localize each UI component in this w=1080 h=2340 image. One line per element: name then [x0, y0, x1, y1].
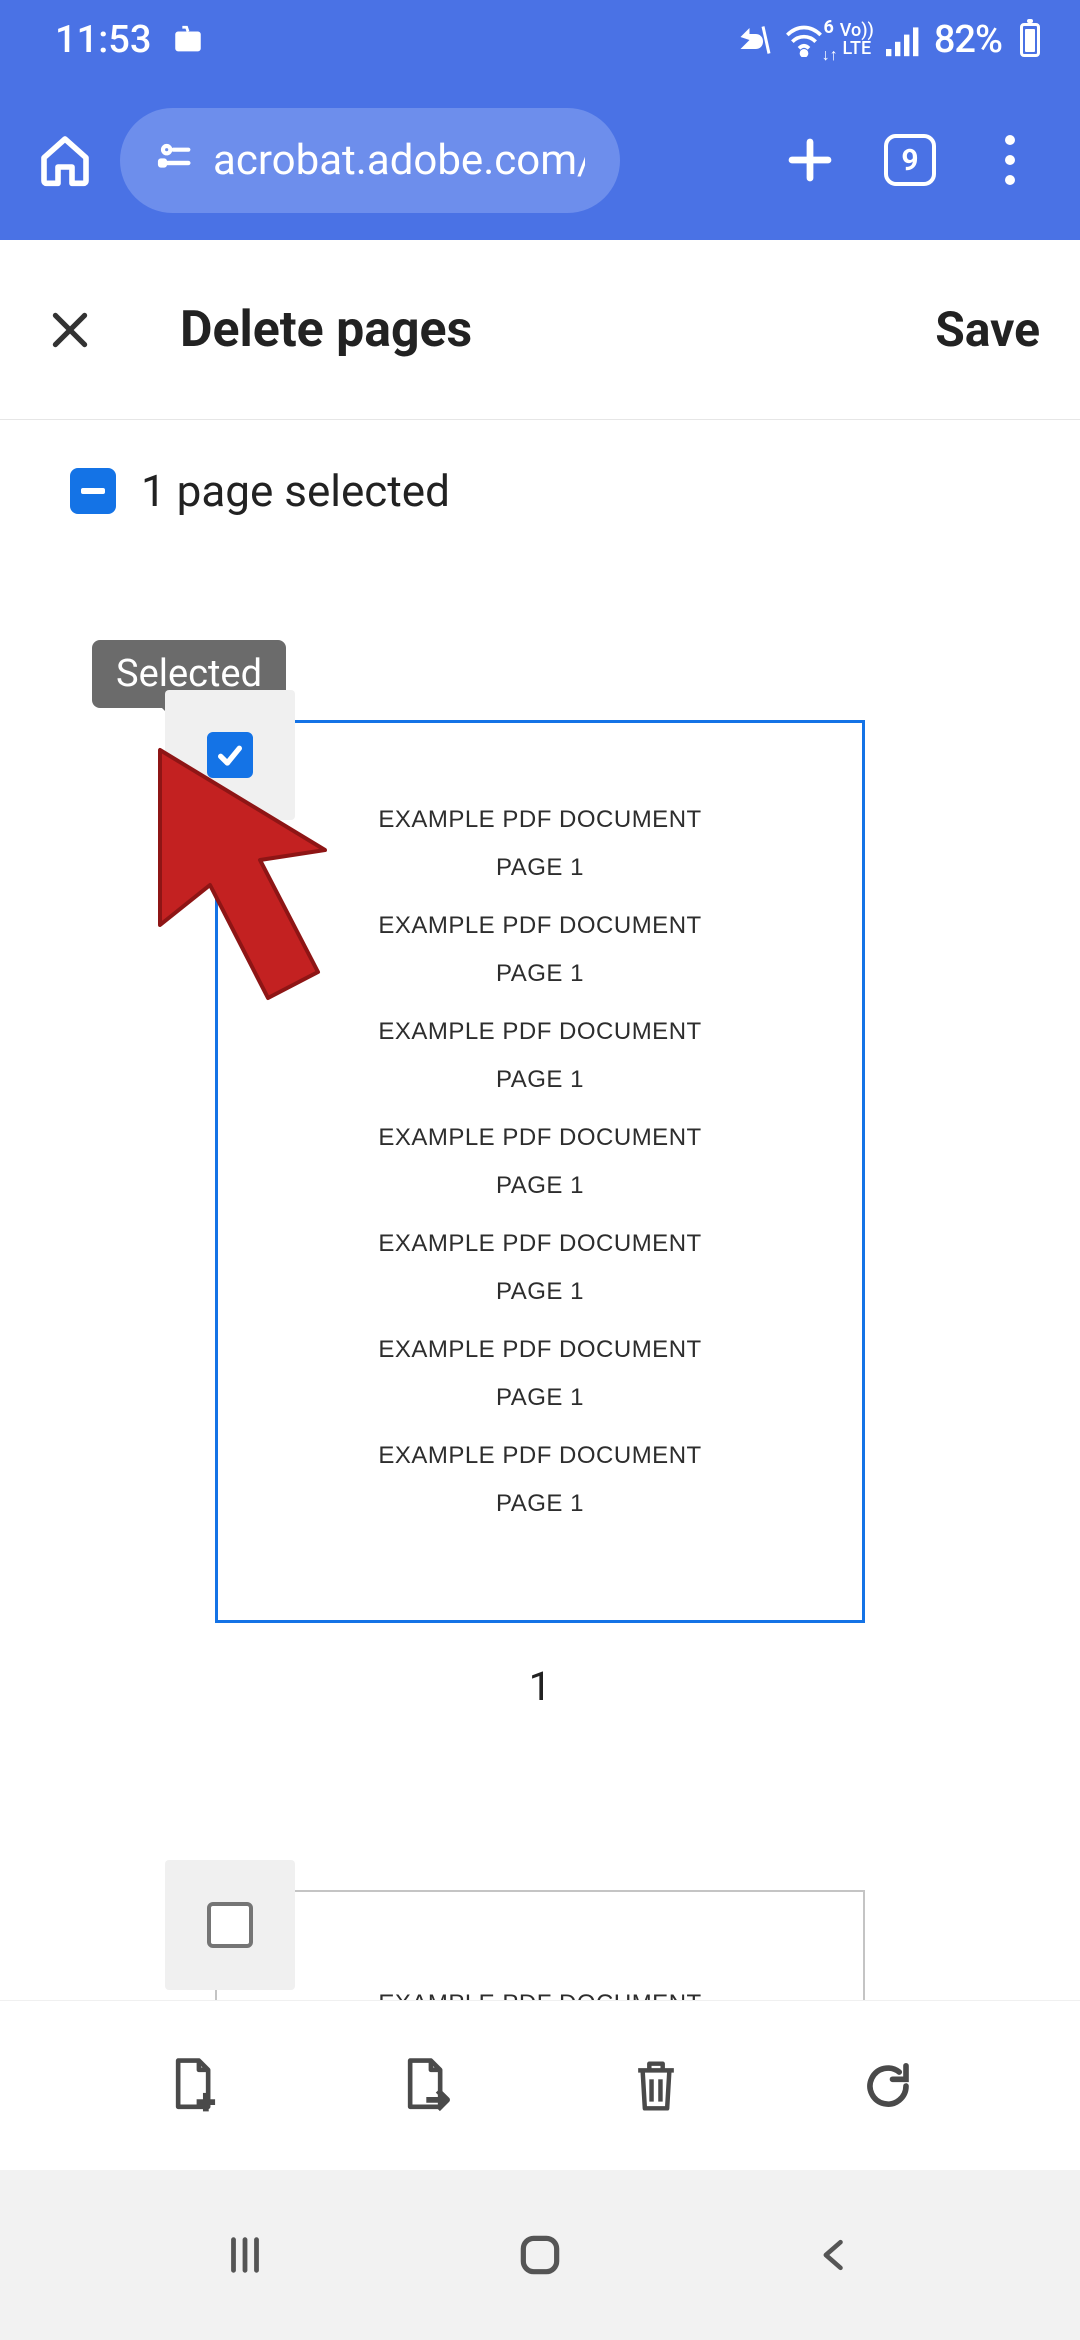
- delete-page-button[interactable]: [616, 2046, 696, 2126]
- browser-toolbar: acrobat.adobe.com/ 9: [0, 80, 1080, 240]
- page-thumbnail-2[interactable]: EXAMPLE PDF DOCUMENT PAGE 2: [0, 1710, 1080, 2000]
- indeterminate-icon: [81, 488, 105, 494]
- vibrate-icon: [736, 22, 772, 58]
- preview-text: PAGE 1: [496, 1384, 584, 1412]
- preview-text: EXAMPLE PDF DOCUMENT: [378, 1230, 701, 1258]
- preview-text: EXAMPLE PDF DOCUMENT: [378, 1124, 701, 1152]
- page-checkbox-2[interactable]: [165, 1860, 295, 1990]
- signal-icon: [886, 23, 922, 57]
- preview-text: EXAMPLE PDF DOCUMENT: [378, 806, 701, 834]
- preview-text: EXAMPLE PDF DOCUMENT: [378, 1442, 701, 1470]
- selection-count-text: 1 page selected: [141, 465, 450, 517]
- page-list[interactable]: Selected EXAMPLE PDF DOCUMENT PAGE 1 EXA…: [0, 600, 1080, 2000]
- tab-switcher-button[interactable]: 9: [870, 120, 950, 200]
- nav-home-button[interactable]: [490, 2205, 590, 2305]
- preview-text: PAGE 1: [496, 1066, 584, 1094]
- nav-recents-button[interactable]: [195, 2205, 295, 2305]
- browser-menu-button[interactable]: [970, 120, 1050, 200]
- save-button[interactable]: Save: [935, 301, 1040, 358]
- preview-text: PAGE 1: [496, 960, 584, 988]
- battery-percent: 82%: [934, 18, 1002, 62]
- nav-back-button[interactable]: [785, 2205, 885, 2305]
- rotate-page-button[interactable]: [848, 2046, 928, 2126]
- kebab-icon: [1005, 135, 1015, 185]
- page-checkbox-1[interactable]: [165, 690, 295, 820]
- preview-text: PAGE 1: [496, 854, 584, 882]
- page-header: Delete pages Save: [0, 240, 1080, 420]
- page-preview-1: EXAMPLE PDF DOCUMENT PAGE 1 EXAMPLE PDF …: [215, 720, 865, 1623]
- bottom-toolbar: [0, 2000, 1080, 2170]
- preview-text: EXAMPLE PDF DOCUMENT: [378, 912, 701, 940]
- checkbox-checked-icon: [207, 732, 253, 778]
- insert-page-button[interactable]: [152, 2046, 232, 2126]
- wifi-badge: 6: [823, 17, 833, 38]
- page-thumbnail-1[interactable]: Selected EXAMPLE PDF DOCUMENT PAGE 1 EXA…: [0, 600, 1080, 1710]
- checkbox-unchecked-icon: [207, 1902, 253, 1948]
- preview-text: PAGE 1: [496, 1490, 584, 1518]
- browser-home-button[interactable]: [30, 125, 100, 195]
- selection-summary: 1 page selected: [0, 420, 1080, 537]
- preview-text: EXAMPLE PDF DOCUMENT: [378, 1018, 701, 1046]
- close-button[interactable]: [40, 300, 100, 360]
- url-text: acrobat.adobe.com/: [213, 136, 585, 185]
- new-tab-button[interactable]: [770, 120, 850, 200]
- status-time: 11:53: [55, 18, 151, 62]
- extract-page-button[interactable]: [384, 2046, 464, 2126]
- page-title: Delete pages: [180, 301, 935, 359]
- status-bar: 11:53 6 ↓↑ Vo)) LTE 82%: [0, 0, 1080, 80]
- site-settings-icon[interactable]: [155, 138, 195, 182]
- screenshot-icon: [171, 23, 205, 57]
- volte-icon: Vo)) LTE: [840, 22, 874, 58]
- preview-text: PAGE 1: [496, 1278, 584, 1306]
- preview-text: EXAMPLE PDF DOCUMENT: [378, 1336, 701, 1364]
- url-bar[interactable]: acrobat.adobe.com/: [120, 108, 620, 213]
- preview-text: EXAMPLE PDF DOCUMENT: [378, 1990, 701, 2000]
- page-preview-2: EXAMPLE PDF DOCUMENT PAGE 2: [215, 1890, 865, 2000]
- system-nav-bar: [0, 2170, 1080, 2340]
- tab-count: 9: [884, 134, 936, 186]
- select-all-checkbox[interactable]: [70, 468, 116, 514]
- wifi-icon: 6 ↓↑: [784, 23, 824, 57]
- preview-text: PAGE 1: [496, 1172, 584, 1200]
- battery-icon: [1020, 23, 1040, 57]
- page-number-1: 1: [529, 1663, 551, 1710]
